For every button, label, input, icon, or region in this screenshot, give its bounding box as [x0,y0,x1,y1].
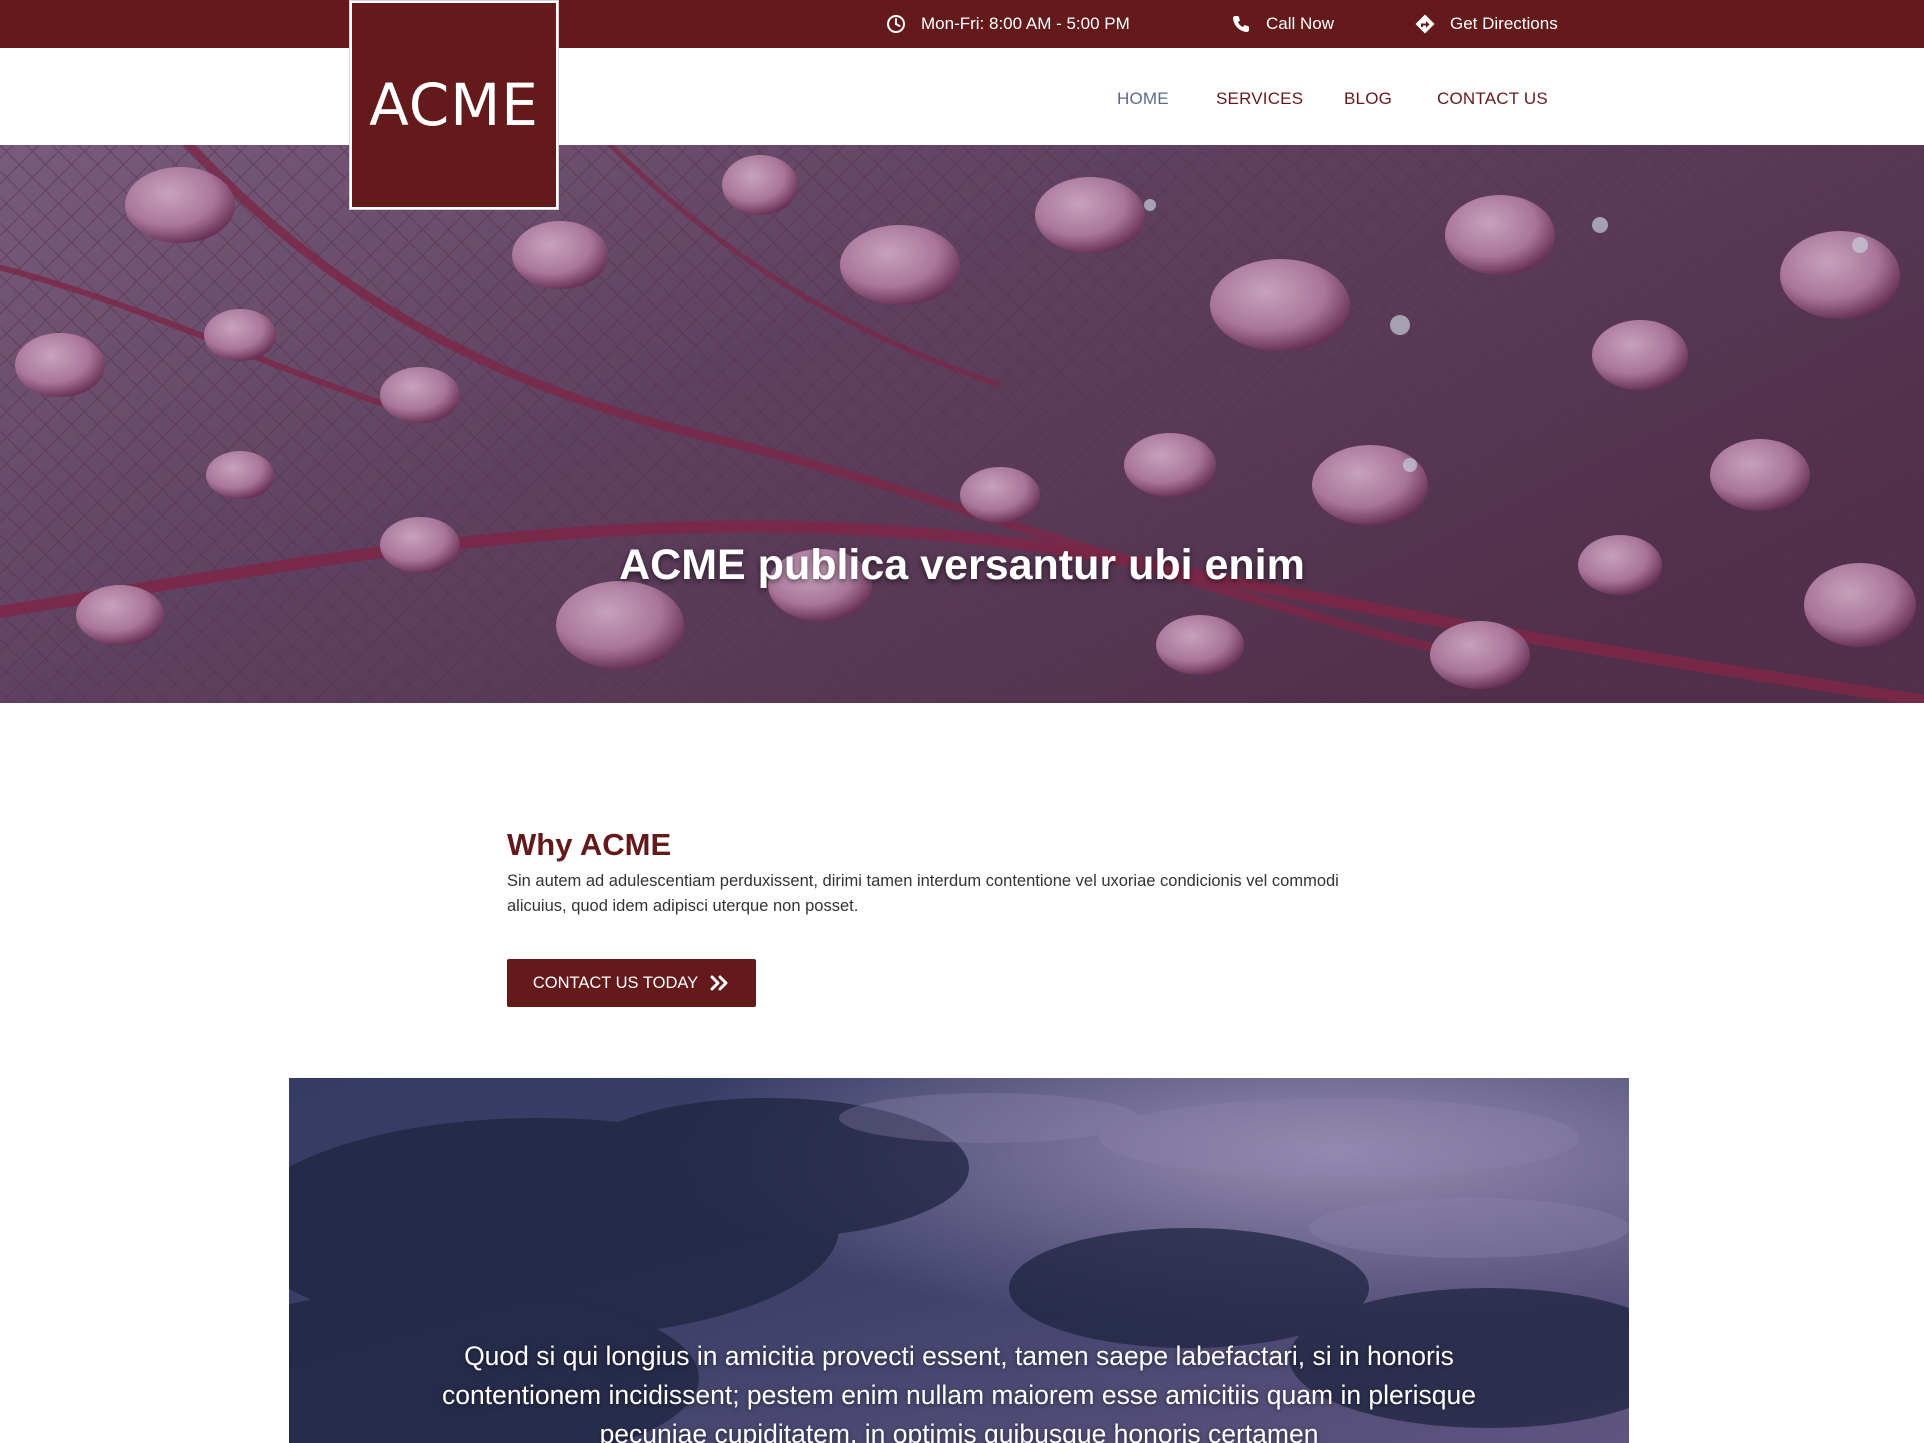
logo-text: ACME [369,71,539,139]
quote-text: Quod si qui longius in amicitia provecti… [442,1341,1476,1443]
leaf-waterdrops-image [0,145,1924,703]
get-directions-text: Get Directions [1450,14,1558,33]
quote-banner: Quod si qui longius in amicitia provecti… [289,1078,1629,1443]
site-logo[interactable]: ACME [350,1,558,209]
call-now-text: Call Now [1266,14,1335,33]
business-hours-text: Mon-Fri: 8:00 AM - 5:00 PM [921,14,1130,33]
why-acme-text: Sin autem ad adulescentiam perduxissent,… [507,872,1339,915]
business-hours: Mon-Fri: 8:00 AM - 5:00 PM [886,0,1130,48]
top-info-bar: Mon-Fri: 8:00 AM - 5:00 PM Call Now Get … [0,0,1924,48]
contact-us-today-label: CONTACT US TODAY [532,973,699,992]
hero-banner: ACME publica versantur ubi enim [0,145,1924,703]
clock-icon [886,14,906,34]
nav-services[interactable]: SERVICES [1216,89,1303,109]
why-acme-heading: Why ACME [507,827,672,862]
nav-home[interactable]: HOME [1117,89,1169,109]
contact-us-today-button[interactable]: CONTACT US TODAY [507,959,756,1007]
call-now-link[interactable]: Call Now [1231,0,1334,48]
nav-contact-us[interactable]: CONTACT US [1437,89,1548,109]
nav-blog[interactable]: BLOG [1344,89,1392,109]
hero-title: ACME publica versantur ubi enim [619,541,1305,589]
double-chevron-right-icon [710,975,730,991]
phone-icon [1231,14,1251,34]
directions-icon [1415,14,1435,34]
main-navbar: HOME SERVICES BLOG CONTACT US [0,48,1924,145]
get-directions-link[interactable]: Get Directions [1415,0,1558,48]
